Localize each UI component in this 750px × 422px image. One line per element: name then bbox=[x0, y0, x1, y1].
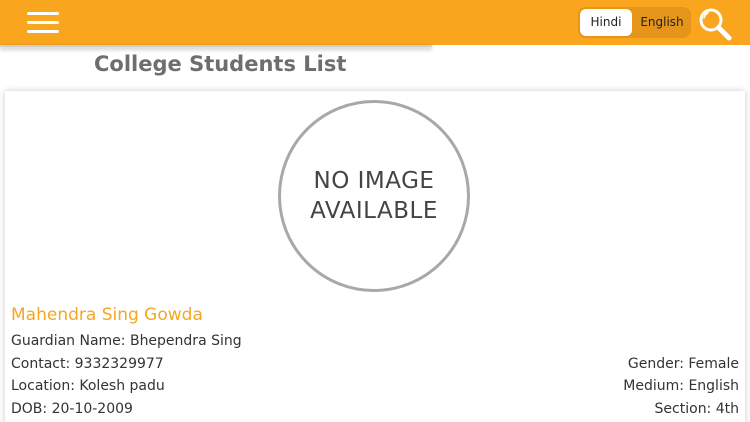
search-icon[interactable] bbox=[698, 7, 732, 41]
contact-number: Contact: 9332329977 bbox=[11, 356, 164, 372]
language-option-hindi[interactable]: Hindi bbox=[580, 9, 632, 36]
guardian-name: Guardian Name: Bhependra Sing bbox=[11, 333, 242, 349]
medium: Medium: English bbox=[623, 378, 739, 394]
placeholder-line-1: NO IMAGE bbox=[313, 168, 435, 194]
date-of-birth: DOB: 20-10-2009 bbox=[11, 401, 133, 417]
location: Location: Kolesh padu bbox=[11, 378, 165, 394]
no-image-placeholder: NO IMAGE AVAILABLE bbox=[278, 100, 470, 292]
gender: Gender: Female bbox=[627, 356, 739, 372]
language-toggle: Hindi English bbox=[578, 7, 691, 38]
page-title: College Students List bbox=[94, 52, 347, 76]
title-underline bbox=[0, 45, 432, 47]
section: Section: 4th bbox=[654, 401, 739, 417]
student-card[interactable]: NO IMAGE AVAILABLE Mahendra Sing Gowda G… bbox=[5, 91, 745, 422]
hamburger-menu-icon[interactable] bbox=[27, 12, 59, 34]
student-name: Mahendra Sing Gowda bbox=[11, 305, 203, 325]
top-app-bar: Hindi English bbox=[0, 0, 750, 45]
placeholder-line-2: AVAILABLE bbox=[310, 198, 438, 224]
language-option-english[interactable]: English bbox=[634, 9, 690, 36]
